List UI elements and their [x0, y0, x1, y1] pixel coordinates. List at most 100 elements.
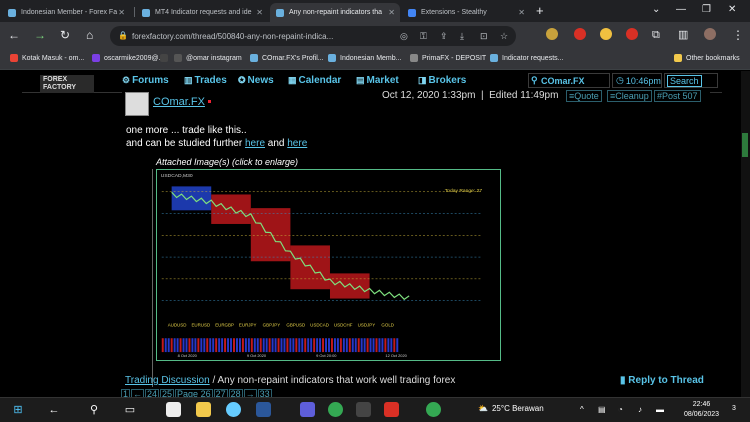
bookmark-item[interactable]: COmar.FX's Profil...: [250, 54, 324, 62]
close-tab-icon[interactable]: ✕: [518, 8, 525, 17]
lock-icon[interactable]: 🔒: [118, 31, 128, 40]
close-tab-icon[interactable]: ✕: [118, 8, 125, 17]
nav-market[interactable]: ▤ Market: [356, 75, 399, 86]
extension-icon[interactable]: [600, 28, 612, 40]
share-icon[interactable]: ⇪: [440, 31, 448, 42]
nav-user[interactable]: ⚲ COmar.FX: [528, 73, 610, 88]
cleanup-button[interactable]: ≡Cleanup: [607, 90, 652, 102]
windows-start-icon[interactable]: ⊞: [10, 403, 26, 417]
reload-icon[interactable]: ↻: [60, 29, 70, 41]
nav-forums[interactable]: ⚙ Forums: [122, 75, 169, 86]
page-27[interactable]: 27: [213, 389, 228, 397]
chart-symbol-tab[interactable]: GOLD: [381, 322, 394, 327]
tab-mt4-indicator-requests[interactable]: MT4 Indicator requests and ide ✕: [136, 3, 268, 22]
edge-browser-icon[interactable]: [226, 402, 241, 417]
chart-symbol-tab[interactable]: USDCAD: [310, 322, 329, 327]
page-next[interactable]: →: [243, 389, 257, 397]
translate-icon[interactable]: ⊡: [480, 31, 488, 42]
chart-symbol-tab[interactable]: USDCHF: [334, 322, 353, 327]
chart-symbol-tab[interactable]: EURJPY: [239, 322, 257, 327]
reply-to-thread-button[interactable]: ▮ Reply to Thread: [620, 375, 704, 386]
extensions-puzzle-icon[interactable]: ⧉: [652, 29, 660, 41]
attached-chart-image[interactable]: USDCAD,M30 Today Range: 27 AUDUSD EURUSD E…: [156, 169, 501, 361]
app-icon[interactable]: [356, 402, 371, 417]
page-last[interactable]: 33: [257, 389, 272, 397]
bookmark-item[interactable]: Indicator requests...: [490, 54, 563, 62]
task-view-icon[interactable]: ▭: [122, 403, 138, 417]
side-panel-icon[interactable]: ▥: [678, 29, 688, 41]
menu-kebab-icon[interactable]: ⋮: [732, 29, 744, 41]
nav-calendar[interactable]: ▦ Calendar: [288, 75, 341, 86]
whatsapp-icon[interactable]: [426, 402, 441, 417]
chart-symbol-tab[interactable]: GBPUSD: [286, 322, 305, 327]
forward-arrow-icon[interactable]: →: [34, 29, 46, 41]
new-tab-button[interactable]: +: [536, 4, 544, 17]
page-28[interactable]: 28: [228, 389, 243, 397]
close-tab-icon[interactable]: ✕: [388, 8, 395, 17]
avatar[interactable]: [125, 92, 149, 116]
bookmark-item[interactable]: oscarmike2009@...: [92, 54, 164, 62]
page-first[interactable]: 1: [121, 389, 131, 397]
bookmark-item[interactable]: PrimaFX - DEPOSIT: [410, 54, 486, 62]
chart-symbol-tab[interactable]: EURGBP: [215, 322, 234, 327]
maximize-button[interactable]: ❐: [702, 4, 711, 15]
google-lens-icon[interactable]: ◎: [400, 31, 408, 42]
chart-symbol-tab[interactable]: AUDUSD: [168, 322, 187, 327]
page-scrollbar[interactable]: [741, 71, 750, 397]
blocker-extension-icon[interactable]: [574, 28, 586, 40]
store-app-icon[interactable]: [166, 402, 181, 417]
tab-any-non-repaint-indicators[interactable]: Any non-repaint indicators tha ✕: [270, 3, 400, 22]
back-icon[interactable]: ←: [46, 403, 62, 417]
bookmark-item[interactable]: @omar instagram: [174, 54, 242, 62]
install-icon[interactable]: ⤓: [460, 31, 464, 42]
weather-widget[interactable]: ⛅ 25°C Berawan: [478, 404, 544, 413]
extension-icon[interactable]: [626, 28, 638, 40]
tab-extensions-stealthy[interactable]: Extensions - Stealthy ✕: [402, 3, 530, 22]
scrollbar-thumb[interactable]: [742, 133, 748, 157]
tab-indonesian-member[interactable]: Indonesian Member - Forex Fa ✕: [2, 3, 130, 22]
file-explorer-icon[interactable]: [196, 402, 211, 417]
wifi-icon[interactable]: ◔: [618, 405, 623, 414]
chevron-up-icon[interactable]: ^: [580, 405, 584, 414]
network-icon[interactable]: ▤: [598, 405, 606, 414]
app-icon[interactable]: [384, 402, 399, 417]
notification-badge[interactable]: 3: [732, 405, 736, 412]
extension-icon[interactable]: [546, 28, 558, 40]
key-icon[interactable]: ⚿: [420, 31, 427, 42]
volume-icon[interactable]: ♪: [638, 405, 642, 414]
bookmark-star-icon[interactable]: ☆: [500, 31, 508, 42]
address-bar[interactable]: 🔒 forexfactory.com/thread/500840-any-non…: [110, 26, 516, 46]
chrome-browser-icon[interactable]: [328, 402, 343, 417]
nav-brokers[interactable]: ◨ Brokers: [418, 75, 466, 86]
nav-trades[interactable]: ▥ Trades: [184, 75, 227, 86]
tab-search-icon[interactable]: ⌄: [652, 4, 660, 15]
nav-search[interactable]: Search: [664, 73, 718, 88]
taskbar-clock[interactable]: 22:46 08/06/2023: [684, 400, 719, 420]
forexfactory-logo[interactable]: FOREX FACTORY: [40, 75, 94, 93]
bookmark-item[interactable]: [160, 54, 172, 62]
profile-avatar[interactable]: [704, 28, 716, 40]
other-bookmarks[interactable]: Other bookmarks: [674, 54, 740, 62]
post-link-2[interactable]: here: [287, 138, 307, 149]
chart-symbol-tab[interactable]: GBPJPY: [263, 322, 281, 327]
page-prev[interactable]: ←: [131, 389, 145, 397]
app-icon[interactable]: [300, 402, 315, 417]
post-link-1[interactable]: here: [245, 138, 265, 149]
bookmark-item[interactable]: Indonesian Memb...: [328, 54, 401, 62]
close-window-button[interactable]: ✕: [728, 4, 736, 15]
page-24[interactable]: 24: [145, 389, 160, 397]
post-number-link[interactable]: #Post 507: [654, 90, 701, 102]
nav-news[interactable]: ✪ News: [238, 75, 274, 86]
breadcrumb-trading-discussion[interactable]: Trading Discussion: [125, 375, 210, 386]
chart-symbol-tab[interactable]: EURUSD: [191, 322, 210, 327]
post-username[interactable]: COmar.FX: [153, 96, 205, 108]
search-icon[interactable]: ⚲: [86, 403, 102, 417]
bookmark-item[interactable]: Kotak Masuk - om...: [10, 54, 84, 62]
back-arrow-icon[interactable]: ←: [8, 29, 20, 41]
page-25[interactable]: 25: [160, 389, 175, 397]
minimize-button[interactable]: —: [676, 4, 686, 15]
app-icon[interactable]: [256, 402, 271, 417]
nav-time[interactable]: ◷ 10:46pm: [612, 73, 662, 88]
home-icon[interactable]: ⌂: [86, 29, 93, 41]
close-tab-icon[interactable]: ✕: [256, 8, 263, 17]
